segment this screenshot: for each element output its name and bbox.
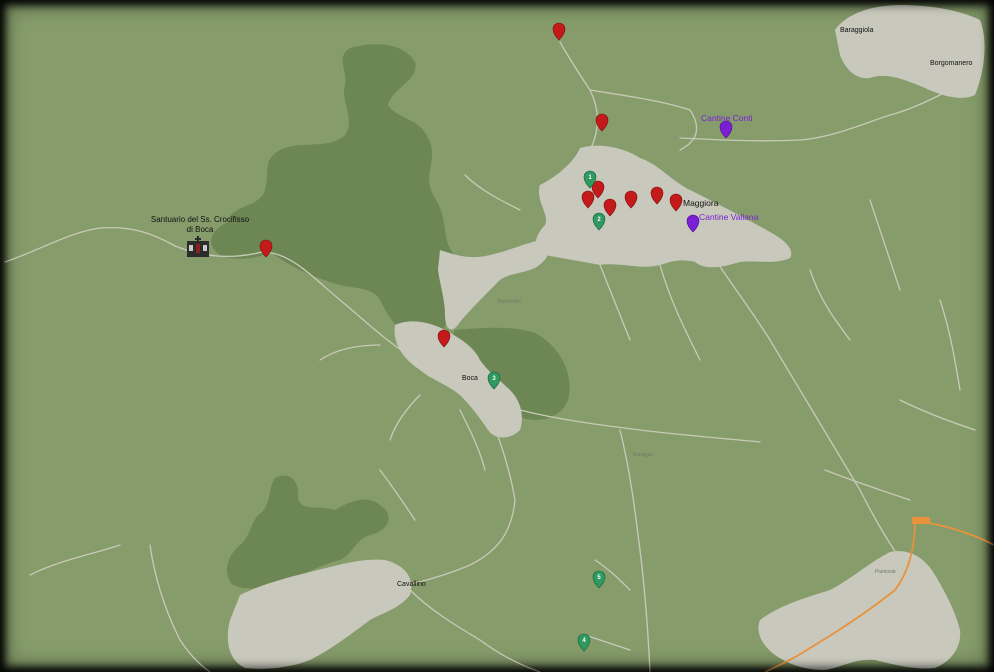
- church-icon[interactable]: [187, 236, 209, 257]
- map-canvas[interactable]: Santuario del Ss. Crocifisso di Boca Bor…: [0, 0, 994, 672]
- place-label-piumosia: Piumosia: [875, 569, 896, 575]
- place-label-maggiora: Maggiora: [683, 198, 719, 208]
- map-pin-red-icon[interactable]: [552, 22, 566, 41]
- highway-shield-icon: [912, 517, 930, 524]
- map-pin-violet-icon[interactable]: [719, 120, 733, 139]
- winery-label-vallana: Cantine Vallana: [699, 212, 759, 222]
- place-label-baraggia: Baraggia: [633, 452, 653, 458]
- place-label-boca: Boca: [462, 375, 478, 382]
- place-label-borgomanero: Borgomanero: [930, 60, 973, 67]
- urban-areas: [227, 5, 985, 670]
- santuario-label-line2: di Boca: [187, 225, 214, 234]
- map-pin-red-icon[interactable]: [595, 113, 609, 132]
- santuario-label-line1: Santuario del Ss. Crocifisso: [151, 215, 250, 224]
- place-label-cavallirio: Cavallirio: [397, 581, 426, 588]
- place-label-baraggiola: Baraggiola: [840, 27, 874, 34]
- map-pin-green-5[interactable]: 5: [592, 570, 606, 589]
- map-pin-green-4[interactable]: 4: [577, 633, 591, 652]
- place-label-ronchetto: Ronchetto: [498, 299, 521, 305]
- forest-areas: [211, 44, 570, 589]
- map-frame: Santuario del Ss. Crocifisso di Boca Bor…: [0, 0, 994, 672]
